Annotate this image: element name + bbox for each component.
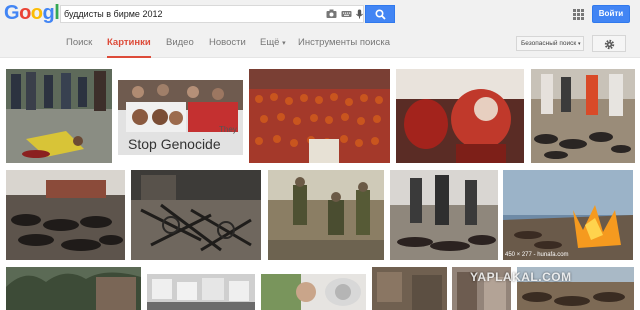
image-overlay-text: They bbox=[219, 125, 237, 134]
image-result[interactable] bbox=[396, 69, 524, 163]
search-icon bbox=[375, 9, 386, 20]
tab-more-label: Ещё bbox=[260, 37, 280, 48]
image-result[interactable] bbox=[531, 69, 635, 163]
image-result[interactable] bbox=[249, 69, 390, 163]
gear-icon bbox=[604, 39, 615, 50]
logo-letter: o bbox=[19, 2, 31, 24]
tab-news[interactable]: Новости bbox=[209, 28, 246, 58]
search-input[interactable] bbox=[64, 6, 314, 22]
image-result[interactable] bbox=[372, 267, 447, 310]
image-result[interactable] bbox=[6, 170, 125, 260]
chevron-down-icon: ▾ bbox=[578, 41, 581, 47]
safesearch-label: Безопасный поиск bbox=[521, 40, 577, 47]
image-result[interactable] bbox=[147, 274, 255, 310]
image-result[interactable]: 450 × 277 - hunafa.com bbox=[503, 170, 633, 260]
tab-search[interactable]: Поиск bbox=[66, 28, 92, 58]
chevron-down-icon: ▾ bbox=[282, 40, 286, 47]
microphone-icon[interactable] bbox=[354, 9, 365, 19]
search-button[interactable] bbox=[365, 5, 395, 23]
tab-images[interactable]: Картинки bbox=[107, 28, 151, 58]
search-tabs: Поиск Картинки Видео Новости Ещё ▾ Инстр… bbox=[0, 28, 640, 58]
logo-letter: g bbox=[42, 2, 55, 24]
image-overlay-text: Stop Genocide bbox=[128, 136, 221, 152]
logo-letter: o bbox=[30, 2, 43, 24]
keyboard-icon[interactable] bbox=[341, 9, 352, 19]
watermark: YAPLAKAL.COM bbox=[470, 270, 572, 284]
camera-icon[interactable] bbox=[326, 9, 337, 19]
apps-grid-icon[interactable] bbox=[573, 9, 584, 20]
top-bar: Google Войти bbox=[0, 0, 640, 28]
image-result[interactable] bbox=[131, 170, 261, 260]
tab-video[interactable]: Видео bbox=[166, 28, 194, 58]
image-result[interactable] bbox=[390, 170, 498, 260]
image-caption: 450 × 277 - hunafa.com bbox=[505, 252, 569, 258]
image-result[interactable] bbox=[6, 69, 112, 163]
settings-button[interactable] bbox=[592, 35, 626, 52]
image-result[interactable] bbox=[268, 170, 384, 260]
search-box bbox=[60, 5, 364, 23]
image-result[interactable] bbox=[6, 267, 141, 310]
logo-letter: G bbox=[4, 2, 20, 24]
tab-search-tools[interactable]: Инструменты поиска bbox=[298, 28, 390, 58]
signin-button[interactable]: Войти bbox=[592, 5, 630, 23]
tab-more[interactable]: Ещё ▾ bbox=[260, 28, 286, 58]
image-result[interactable] bbox=[261, 274, 366, 310]
safesearch-button[interactable]: Безопасный поиск ▾ bbox=[516, 36, 584, 51]
